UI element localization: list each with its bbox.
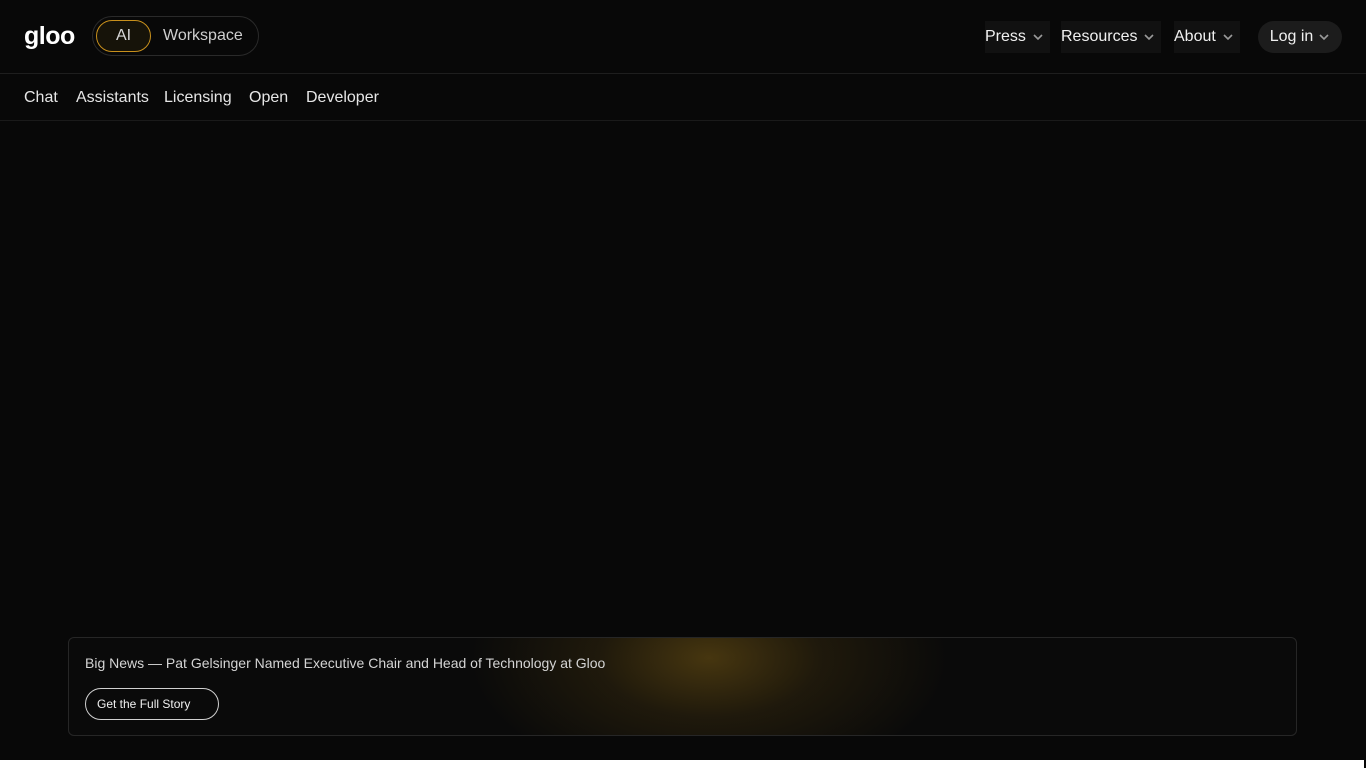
subnav-item-chat[interactable]: Chat [24,88,58,108]
subnav-item-developer[interactable]: Developer [306,88,379,108]
banner-glow-decoration [449,638,969,735]
subnav-item-assistants[interactable]: Assistants [76,88,149,108]
nav-press-label: Press [985,28,1026,45]
full-story-button[interactable]: Get the Full Story [85,688,219,720]
secondary-navigation: Chat Assistants Licensing Open Developer [0,74,1366,121]
chevron-down-icon [1319,34,1329,41]
nav-resources-dropdown[interactable]: Resources [1061,21,1162,53]
announcement-banner: Big News — Pat Gelsinger Named Executive… [68,637,1297,736]
login-dropdown-button[interactable]: Log in [1258,21,1342,53]
bottom-panel-edge [0,760,1364,768]
mode-ai-button[interactable]: AI [96,20,151,52]
subnav-item-open[interactable]: Open [249,88,288,108]
login-label: Log in [1269,28,1314,45]
nav-about-label: About [1174,28,1216,45]
nav-resources-label: Resources [1061,28,1138,45]
nav-about-dropdown[interactable]: About [1174,21,1240,53]
chevron-down-icon [1223,34,1233,41]
gloo-logo[interactable]: gloo [24,22,75,50]
top-navigation-bar: gloo AI Workspace Press Resources About … [0,0,1366,74]
announcement-text: Big News — Pat Gelsinger Named Executive… [85,655,606,671]
mode-workspace-button[interactable]: Workspace [163,20,243,52]
chevron-down-icon [1144,34,1155,41]
nav-press-dropdown[interactable]: Press [985,21,1050,53]
subnav-item-licensing[interactable]: Licensing [164,88,232,108]
product-mode-toggle: AI Workspace [92,16,259,56]
chevron-down-icon [1033,34,1043,41]
